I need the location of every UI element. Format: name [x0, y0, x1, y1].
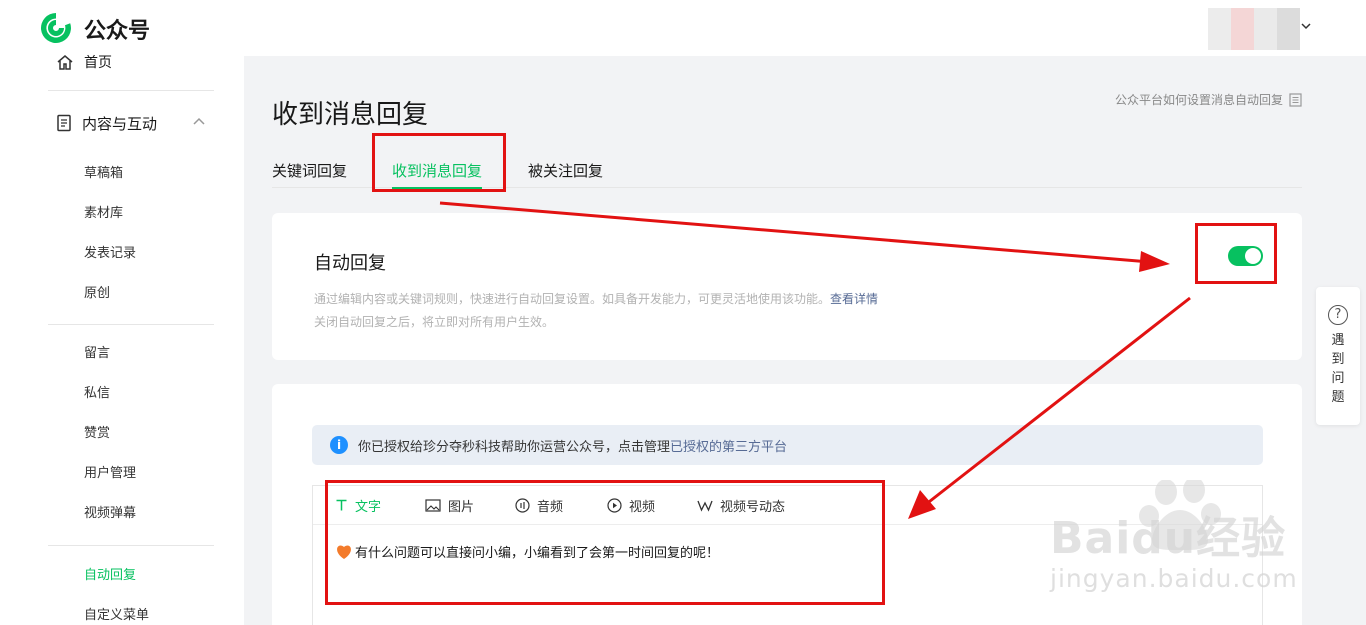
divider — [48, 545, 214, 546]
float-help-label: 遇到问题 — [1331, 333, 1345, 405]
top-bar: 公众号 — [0, 0, 1366, 56]
sidebar-group-content[interactable]: 内容与互动 — [56, 112, 205, 134]
watermark-text: Baidu经验 — [1050, 513, 1287, 564]
sidebar-item-messages[interactable]: 私信 — [84, 385, 110, 403]
chevron-up-icon[interactable] — [192, 116, 206, 126]
divider — [48, 90, 214, 91]
auto-reply-desc-line2: 关闭自动回复之后，将立即对所有用户生效。 — [314, 315, 555, 329]
annotation-box-editor — [325, 480, 885, 605]
auto-reply-desc-line1: 通过编辑内容或关键词规则，快速进行自动回复设置。如具备开发能力，可更灵活地使用该… — [314, 292, 831, 306]
info-icon: i — [330, 436, 348, 454]
account-avatar[interactable] — [1208, 8, 1300, 50]
sidebar-item-publish-records[interactable]: 发表记录 — [84, 245, 136, 263]
chevron-down-icon[interactable] — [1298, 18, 1314, 34]
sidebar-item-materials[interactable]: 素材库 — [84, 205, 123, 223]
brand-title[interactable]: 公众号 — [84, 13, 150, 45]
notice-text: 你已授权给珍分夺秒科技帮助你运营公众号，点击管理 — [358, 439, 671, 455]
help-link-label: 公众平台如何设置消息自动回复 — [1114, 93, 1283, 107]
annotation-box-toggle — [1195, 223, 1277, 284]
watermark-url: jingyan.baidu.com — [1050, 564, 1298, 593]
sidebar-item-original[interactable]: 原创 — [84, 285, 110, 303]
tab-follow-reply[interactable]: 被关注回复 — [528, 160, 603, 188]
sidebar-item-custom-menu[interactable]: 自定义菜单 — [84, 607, 149, 625]
view-details-link[interactable]: 查看详情 — [830, 292, 878, 306]
sidebar-item-home[interactable]: 首页 — [56, 52, 112, 72]
document-icon — [57, 114, 71, 132]
sidebar-item-label: 首页 — [84, 55, 112, 71]
auto-reply-description: 通过编辑内容或关键词规则，快速进行自动回复设置。如具备开发能力，可更灵活地使用该… — [314, 288, 878, 334]
authorization-notice: i 你已授权给珍分夺秒科技帮助你运营公众号，点击管理已授权的第三方平台 — [312, 425, 1263, 465]
doc-icon — [1289, 92, 1302, 107]
sidebar-item-drafts[interactable]: 草稿箱 — [84, 165, 123, 183]
home-icon — [57, 55, 73, 70]
page-title: 收到消息回复 — [272, 100, 429, 130]
question-icon: ? — [1328, 305, 1348, 325]
sidebar-item-video-danmaku[interactable]: 视频弹幕 — [84, 505, 136, 523]
float-help-widget[interactable]: ? 遇到问题 — [1316, 287, 1360, 425]
third-party-link[interactable]: 已授权的第三方平台 — [670, 440, 787, 455]
wechat-official-logo-icon[interactable] — [38, 10, 74, 46]
sidebar-group-label: 内容与互动 — [82, 114, 158, 133]
sidebar-item-user-management[interactable]: 用户管理 — [84, 465, 136, 483]
help-link[interactable]: 公众平台如何设置消息自动回复 — [1115, 91, 1302, 108]
auto-reply-title: 自动回复 — [314, 253, 386, 274]
sidebar-item-comments[interactable]: 留言 — [84, 345, 110, 363]
annotation-box-tab — [372, 133, 506, 192]
divider — [48, 324, 214, 325]
sidebar-item-auto-reply[interactable]: 自动回复 — [84, 567, 136, 585]
sidebar-item-tips[interactable]: 赞赏 — [84, 425, 110, 443]
tab-keyword-reply[interactable]: 关键词回复 — [272, 160, 347, 188]
auto-reply-card: 自动回复 通过编辑内容或关键词规则，快速进行自动回复设置。如具备开发能力，可更灵… — [272, 213, 1302, 360]
sidebar: 首页 内容与互动 草稿箱 素材库 发表记录 原创 留言 私信 赞赏 用户管理 视… — [0, 55, 244, 625]
